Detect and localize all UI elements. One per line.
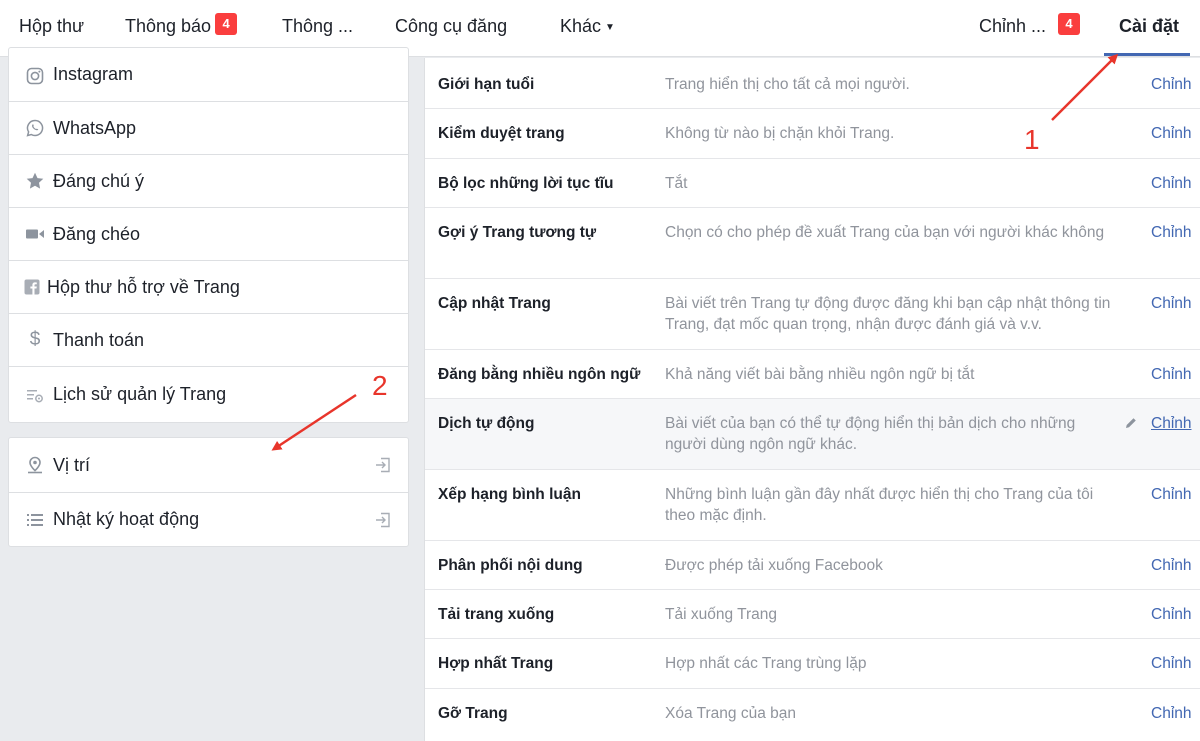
annotation-number-2: 2 [372, 370, 388, 401]
annotation-arrow-1 [1051, 53, 1119, 121]
annotation-arrows [271, 53, 1119, 451]
annotation-number-1: 1 [1024, 124, 1040, 155]
annotation-arrow-2 [271, 393, 357, 451]
